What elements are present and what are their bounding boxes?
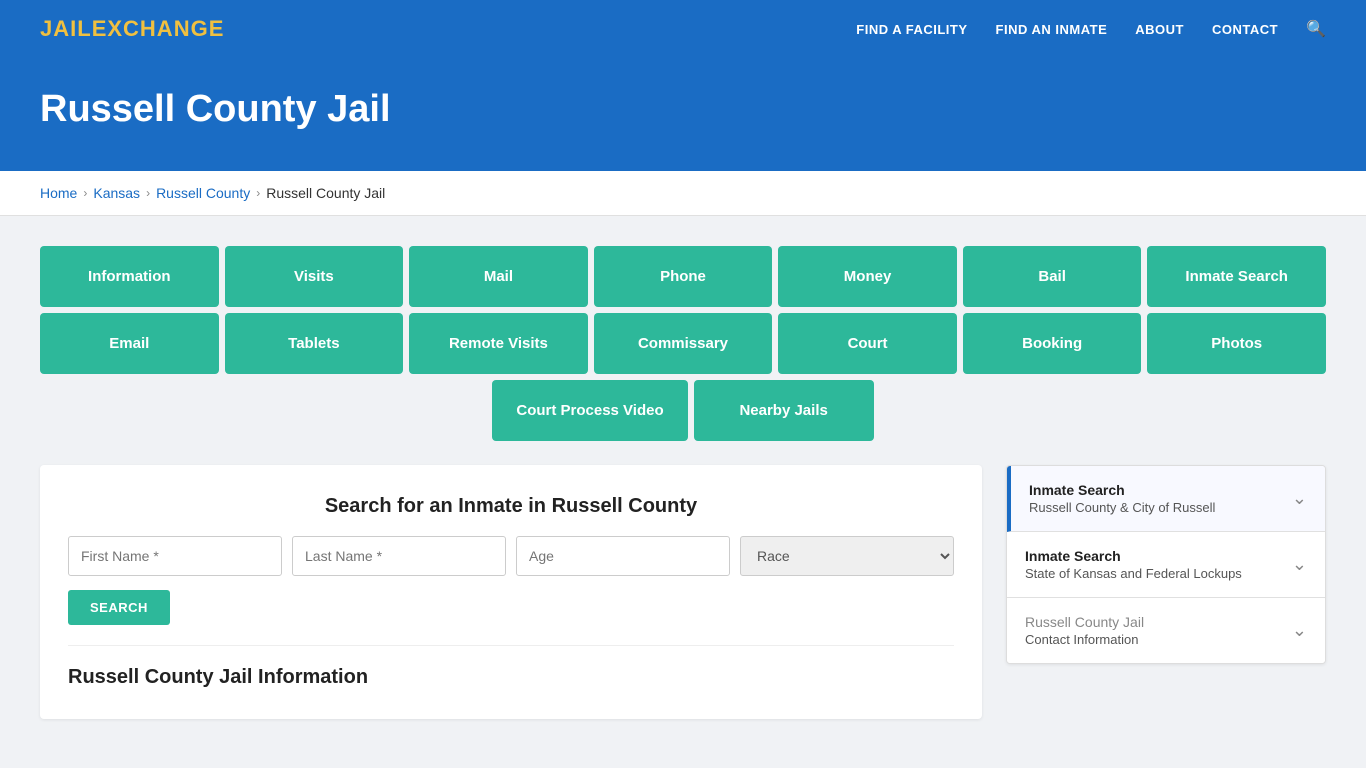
btn-booking[interactable]: Booking bbox=[963, 313, 1142, 374]
breadcrumb-kansas[interactable]: Kansas bbox=[93, 185, 140, 201]
sidebar-item-inmate-search[interactable]: Inmate Search Russell County & City of R… bbox=[1007, 466, 1325, 532]
chevron-down-icon-0: ⌄ bbox=[1292, 488, 1307, 509]
main-nav: FIND A FACILITY FIND AN INMATE ABOUT CON… bbox=[856, 19, 1326, 39]
sidebar-item-inmate-search-state[interactable]: Inmate Search State of Kansas and Federa… bbox=[1007, 532, 1325, 598]
sidebar-sub-2: Contact Information bbox=[1025, 632, 1144, 647]
race-select[interactable]: Race White Black Hispanic Asian Other bbox=[740, 536, 954, 576]
btn-inmate-search[interactable]: Inmate Search bbox=[1147, 246, 1326, 307]
sidebar-sub-1: State of Kansas and Federal Lockups bbox=[1025, 566, 1242, 581]
nav-find-facility[interactable]: FIND A FACILITY bbox=[856, 22, 967, 37]
hero-banner: Russell County Jail bbox=[0, 58, 1366, 171]
btn-mail[interactable]: Mail bbox=[409, 246, 588, 307]
logo[interactable]: JAILEXCHANGE bbox=[40, 16, 224, 42]
breadcrumb-russell-county[interactable]: Russell County bbox=[156, 185, 250, 201]
breadcrumb-sep-3: › bbox=[256, 186, 260, 200]
btn-remote-visits[interactable]: Remote Visits bbox=[409, 313, 588, 374]
sidebar-label-0: Inmate Search bbox=[1029, 482, 1215, 498]
btn-nearby-jails[interactable]: Nearby Jails bbox=[694, 380, 874, 441]
btn-email[interactable]: Email bbox=[40, 313, 219, 374]
logo-jail: JAIL bbox=[40, 16, 92, 41]
sidebar-label-1: Inmate Search bbox=[1025, 548, 1242, 564]
main-content: Information Visits Mail Phone Money Bail… bbox=[0, 216, 1366, 749]
nav-buttons-row1: Information Visits Mail Phone Money Bail… bbox=[40, 246, 1326, 307]
first-name-input[interactable] bbox=[68, 536, 282, 576]
logo-exchange: EXCHANGE bbox=[92, 16, 225, 41]
last-name-input[interactable] bbox=[292, 536, 506, 576]
content-area: Search for an Inmate in Russell County R… bbox=[40, 465, 1326, 719]
inmate-search-title: Search for an Inmate in Russell County bbox=[68, 495, 954, 518]
nav-buttons-row3: Court Process Video Nearby Jails bbox=[40, 380, 1326, 441]
search-button[interactable]: SEARCH bbox=[68, 590, 170, 625]
breadcrumb-current: Russell County Jail bbox=[266, 185, 385, 201]
breadcrumb-home[interactable]: Home bbox=[40, 185, 77, 201]
header: JAILEXCHANGE FIND A FACILITY FIND AN INM… bbox=[0, 0, 1366, 58]
btn-photos[interactable]: Photos bbox=[1147, 313, 1326, 374]
right-sidebar: Inmate Search Russell County & City of R… bbox=[1006, 465, 1326, 664]
chevron-down-icon-1: ⌄ bbox=[1292, 554, 1307, 575]
age-input[interactable] bbox=[516, 536, 730, 576]
info-section-title: Russell County Jail Information bbox=[68, 666, 954, 689]
sidebar-label-2: Russell County Jail bbox=[1025, 614, 1144, 630]
btn-tablets[interactable]: Tablets bbox=[225, 313, 404, 374]
btn-visits[interactable]: Visits bbox=[225, 246, 404, 307]
btn-bail[interactable]: Bail bbox=[963, 246, 1142, 307]
sidebar-sub-0: Russell County & City of Russell bbox=[1029, 500, 1215, 515]
breadcrumb-sep-1: › bbox=[83, 186, 87, 200]
page-title: Russell County Jail bbox=[40, 88, 1326, 131]
info-section: Russell County Jail Information bbox=[68, 645, 954, 689]
btn-court-video[interactable]: Court Process Video bbox=[492, 380, 687, 441]
nav-find-inmate[interactable]: FIND AN INMATE bbox=[996, 22, 1108, 37]
sidebar-item-contact-info[interactable]: Russell County Jail Contact Information … bbox=[1007, 598, 1325, 663]
left-panel: Search for an Inmate in Russell County R… bbox=[40, 465, 982, 719]
breadcrumb-sep-2: › bbox=[146, 186, 150, 200]
chevron-down-icon-2: ⌄ bbox=[1292, 620, 1307, 641]
breadcrumb-bar: Home › Kansas › Russell County › Russell… bbox=[0, 171, 1366, 216]
btn-money[interactable]: Money bbox=[778, 246, 957, 307]
nav-contact[interactable]: CONTACT bbox=[1212, 22, 1278, 37]
btn-phone[interactable]: Phone bbox=[594, 246, 773, 307]
breadcrumb: Home › Kansas › Russell County › Russell… bbox=[40, 185, 1326, 201]
search-icon[interactable]: 🔍 bbox=[1306, 19, 1326, 39]
nav-buttons-row2: Email Tablets Remote Visits Commissary C… bbox=[40, 313, 1326, 374]
btn-information[interactable]: Information bbox=[40, 246, 219, 307]
btn-commissary[interactable]: Commissary bbox=[594, 313, 773, 374]
btn-court[interactable]: Court bbox=[778, 313, 957, 374]
nav-about[interactable]: ABOUT bbox=[1135, 22, 1184, 37]
search-fields: Race White Black Hispanic Asian Other bbox=[68, 536, 954, 576]
